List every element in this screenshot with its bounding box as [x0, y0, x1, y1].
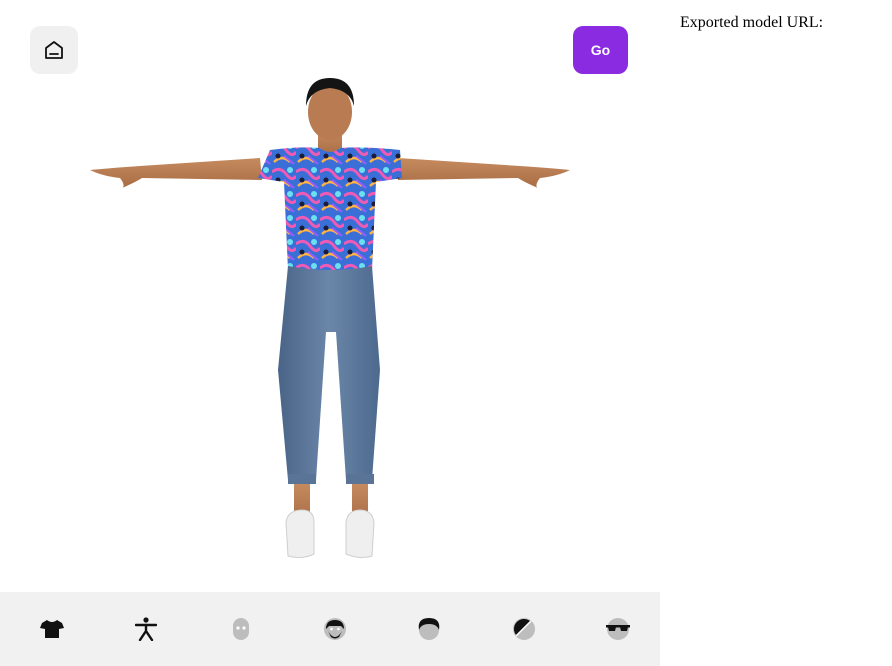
outfit-icon: [40, 620, 65, 638]
head-tab[interactable]: [199, 592, 283, 666]
home-button[interactable]: [30, 26, 78, 74]
avatar-model[interactable]: [80, 70, 580, 565]
glasses-icon: [605, 618, 630, 640]
glasses-tab[interactable]: [576, 592, 660, 666]
home-icon: [45, 41, 63, 59]
face-icon: [323, 618, 346, 640]
hair-tab[interactable]: [387, 592, 471, 666]
skin-tone-tab[interactable]: [481, 592, 565, 666]
customization-toolbar: [0, 592, 660, 666]
exported-model-url-label: Exported model URL:: [680, 14, 824, 31]
go-button[interactable]: Go: [573, 26, 628, 74]
hair-icon: [418, 618, 440, 640]
head-icon: [232, 618, 249, 640]
outfit-tab[interactable]: [10, 592, 94, 666]
body-icon: [135, 617, 158, 641]
body-tab[interactable]: [104, 592, 188, 666]
skin-tone-icon: [512, 618, 535, 640]
face-tab[interactable]: [293, 592, 377, 666]
avatar-viewer[interactable]: Go: [0, 0, 660, 592]
